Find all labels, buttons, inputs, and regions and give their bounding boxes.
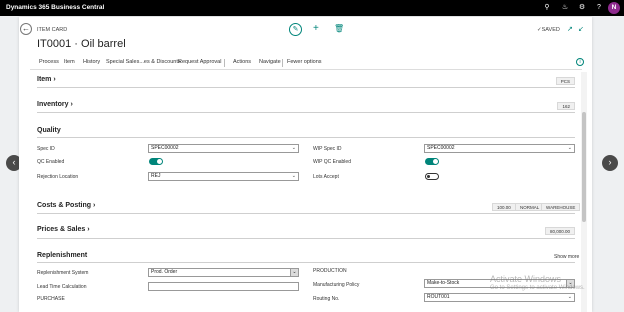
action-fewer-options[interactable]: Fewer options — [287, 59, 322, 65]
section-inventory-header[interactable]: Inventory › — [37, 101, 73, 108]
spec-id-label: Spec ID — [37, 146, 55, 152]
lots-accept-label: Lots Accept — [313, 174, 339, 180]
manufacturing-policy-label: Manufacturing Policy — [313, 282, 360, 288]
chevron-down-icon: ⌄ — [567, 145, 572, 151]
section-item-header[interactable]: Item › — [37, 76, 56, 83]
divider — [37, 112, 575, 113]
wip-spec-id-value: SPEC00002 — [427, 145, 455, 151]
unit-price-badge: 80,000.00 — [544, 227, 575, 235]
wip-qc-enabled-label: WIP QC Enabled — [313, 159, 351, 165]
open-new-window-icon[interactable]: ↗ — [567, 25, 573, 33]
wip-spec-id-field[interactable]: SPEC00002 ⌄ — [424, 144, 575, 153]
wip-qc-enabled-toggle[interactable] — [425, 158, 439, 165]
routing-no-label: Routing No. — [313, 296, 340, 302]
spec-id-value: SPEC00002 — [151, 145, 179, 151]
info-icon[interactable]: i — [576, 58, 584, 66]
divider — [37, 87, 575, 88]
section-replenishment-title[interactable]: Replenishment — [37, 252, 87, 259]
production-subheading: PRODUCTION — [313, 268, 347, 274]
action-request-approval[interactable]: Request Approval — [178, 59, 221, 65]
divider — [37, 262, 575, 263]
watermark-title: Activate Windows — [490, 274, 562, 284]
replenishment-system-value: Prod. Order — [151, 269, 178, 275]
replenishment-system-field[interactable]: Prod. Order ⌄ — [148, 268, 299, 277]
show-more-link[interactable]: Show more — [554, 254, 579, 260]
saved-status: ✓SAVED — [537, 27, 560, 33]
section-prices-title: Prices & Sales — [37, 226, 86, 233]
section-quality-title[interactable]: Quality — [37, 127, 61, 134]
next-record-button[interactable]: › — [602, 155, 618, 171]
routing-no-field[interactable]: ROUT001 ⌄ — [424, 293, 575, 302]
spec-id-field[interactable]: SPEC00002 ⌄ — [148, 144, 299, 153]
section-prices-header[interactable]: Prices & Sales › — [37, 226, 90, 233]
rejection-location-field[interactable]: REJ ⌄ — [148, 172, 299, 181]
bell-icon[interactable]: ♨ — [560, 3, 570, 13]
chevron-down-icon: ⌄ — [567, 294, 572, 300]
activation-watermark: Activate Windows Go to Settings to activ… — [490, 274, 585, 291]
action-process[interactable]: Process — [39, 59, 59, 65]
chevron-down-icon: ⌄ — [291, 173, 296, 179]
manufacturing-policy-value: Make-to-Stock — [427, 280, 460, 286]
routing-no-value: ROUT001 — [427, 294, 450, 300]
rejection-location-value: REJ — [151, 173, 161, 179]
action-history[interactable]: History — [83, 59, 100, 65]
chevron-right-icon: › — [93, 202, 96, 209]
divider — [30, 69, 582, 70]
search-icon[interactable]: ⚲ — [542, 3, 552, 13]
edit-button[interactable]: ✎ — [289, 23, 302, 36]
action-navigate[interactable]: Navigate — [259, 59, 281, 65]
qc-enabled-toggle[interactable] — [149, 158, 163, 165]
lots-accept-toggle[interactable] — [425, 173, 439, 180]
chevron-right-icon: › — [70, 101, 73, 108]
back-button[interactable]: ← — [20, 23, 32, 35]
help-icon[interactable]: ? — [594, 3, 604, 13]
lead-time-label: Lead Time Calculation — [37, 284, 87, 290]
avatar[interactable]: N — [608, 2, 620, 14]
wip-spec-id-label: WIP Spec ID — [313, 146, 342, 152]
action-separator — [224, 59, 225, 67]
chevron-down-icon: ⌄ — [291, 145, 296, 151]
costing-method-badge: NORMAL — [515, 203, 545, 211]
section-costs-title: Costs & Posting — [37, 202, 92, 209]
action-special-sales[interactable]: Special Sales...es & Discounts — [106, 59, 181, 65]
chevron-right-icon: › — [53, 76, 56, 83]
inventory-badge: 162 — [557, 102, 575, 110]
section-inventory-title: Inventory — [37, 101, 69, 108]
item-unit-badge: PCS — [555, 77, 575, 85]
section-costs-header[interactable]: Costs & Posting › — [37, 202, 95, 209]
divider — [37, 238, 575, 239]
page-caption: ITEM CARD — [37, 27, 68, 33]
lead-time-field[interactable] — [148, 282, 299, 291]
purchase-subheading: PURCHASE — [37, 296, 65, 302]
app-title: Dynamics 365 Business Central — [6, 4, 105, 11]
page-title: IT0001 · Oil barrel — [37, 38, 126, 50]
divider — [37, 213, 575, 214]
section-item-title: Item — [37, 76, 52, 83]
rejection-location-label: Rejection Location — [37, 174, 79, 180]
action-actions[interactable]: Actions — [233, 59, 251, 65]
action-item[interactable]: Item — [64, 59, 75, 65]
chevron-right-icon: › — [87, 226, 90, 233]
delete-button[interactable]: 🗑 — [334, 24, 344, 33]
gear-icon[interactable]: ⚙ — [577, 3, 587, 13]
chevron-down-icon[interactable]: ⌄ — [290, 269, 298, 276]
unit-cost-badge: 100.00 — [492, 203, 516, 211]
watermark-subtitle: Go to Settings to activate Windows. — [490, 285, 585, 291]
divider — [37, 137, 575, 138]
add-button[interactable]: + — [313, 24, 319, 34]
replenishment-system-label: Replenishment System — [37, 270, 89, 276]
top-bar: Dynamics 365 Business Central ⚲ ♨ ⚙ ? N — [0, 0, 624, 16]
qc-enabled-label: QC Enabled — [37, 159, 65, 165]
posting-group-badge: WAREHOUSE — [541, 203, 581, 211]
collapse-icon[interactable]: ↙ — [578, 25, 584, 33]
action-separator — [282, 59, 283, 67]
scrollbar-thumb[interactable] — [582, 112, 586, 222]
